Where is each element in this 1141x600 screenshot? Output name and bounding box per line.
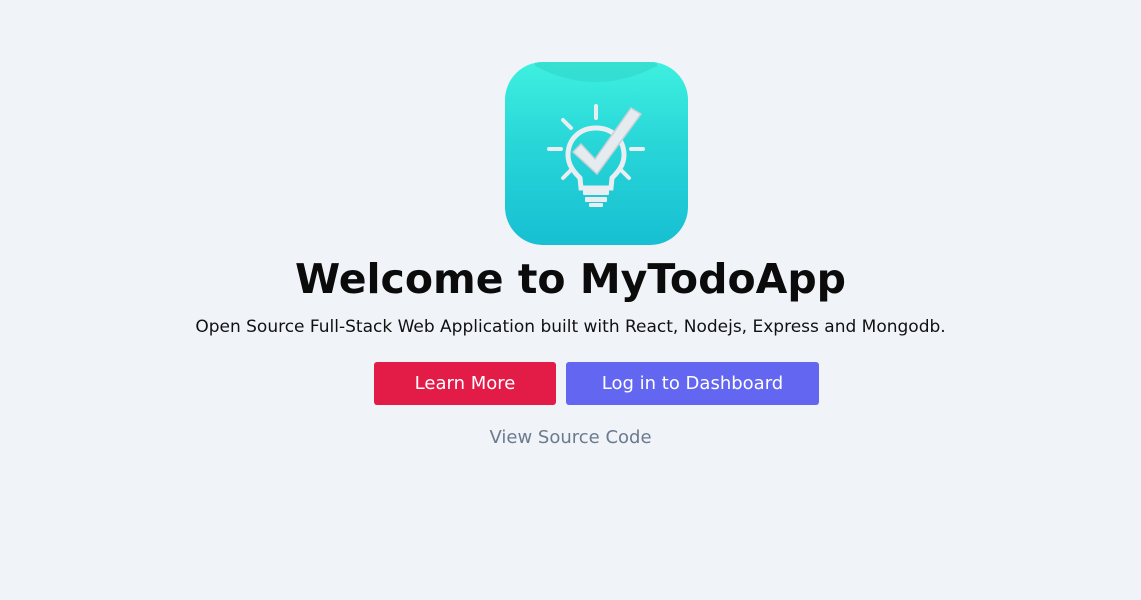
landing-page: Welcome to MyTodoApp Open Source Full-St… xyxy=(0,0,1141,600)
app-logo xyxy=(505,62,688,245)
page-subtitle: Open Source Full-Stack Web Application b… xyxy=(195,317,946,337)
lightbulb-checkmark-icon xyxy=(535,62,657,207)
learn-more-button[interactable]: Learn More xyxy=(374,362,556,405)
view-source-code-link[interactable]: View Source Code xyxy=(0,426,1141,450)
login-dashboard-button[interactable]: Log in to Dashboard xyxy=(566,362,819,405)
page-title: Welcome to MyTodoApp xyxy=(294,255,847,303)
